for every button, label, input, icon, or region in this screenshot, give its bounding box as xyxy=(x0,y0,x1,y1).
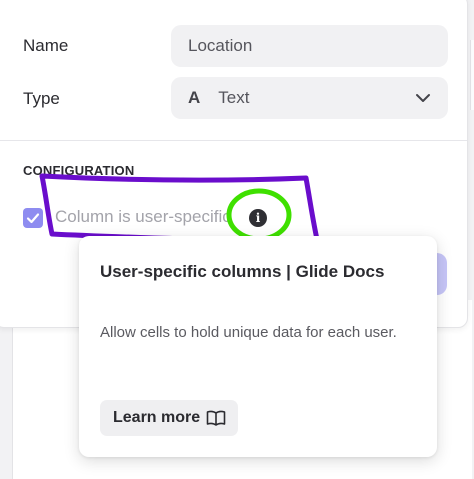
learn-more-label: Learn more xyxy=(113,409,201,426)
background-edge xyxy=(470,40,474,110)
tooltip-description: Allow cells to hold unique data for each… xyxy=(100,324,397,341)
user-specific-checkbox[interactable] xyxy=(23,208,43,228)
learn-more-button[interactable]: Learn more xyxy=(100,400,239,436)
screen: Name Location Type A Text CONFIGURATION … xyxy=(0,0,474,479)
section-divider xyxy=(0,140,467,141)
user-specific-label: Column is user-specific xyxy=(55,207,231,226)
book-icon xyxy=(206,410,226,426)
name-label: Name xyxy=(23,36,69,55)
text-type-icon: A xyxy=(188,88,201,107)
type-select-value: Text xyxy=(218,88,250,107)
configuration-heading: CONFIGURATION xyxy=(23,163,135,178)
info-tooltip: User-specific columns | Glide Docs Allow… xyxy=(79,236,437,457)
checkmark-icon xyxy=(26,213,40,224)
info-icon[interactable]: i xyxy=(249,209,267,227)
name-input-value: Location xyxy=(188,36,253,55)
chevron-down-icon xyxy=(416,94,430,102)
tooltip-title: User-specific columns | Glide Docs xyxy=(100,262,385,281)
type-select[interactable]: A Text xyxy=(171,77,448,119)
type-label: Type xyxy=(23,89,60,108)
name-input[interactable]: Location xyxy=(171,25,448,67)
